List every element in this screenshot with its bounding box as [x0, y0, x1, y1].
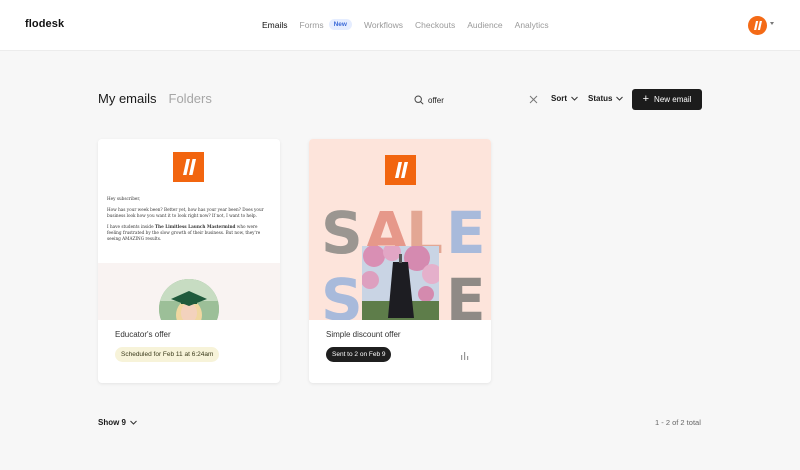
chevron-down-icon [571, 96, 578, 101]
sort-label: Sort [551, 94, 567, 103]
search-icon [414, 95, 424, 105]
tab-my-emails[interactable]: My emails [98, 91, 157, 106]
nav-forms[interactable]: Forms New [300, 19, 352, 30]
nav-forms-label: Forms [299, 19, 324, 30]
top-navbar: flodesk Emails Forms New Workflows Check… [0, 0, 800, 51]
new-badge: New [328, 19, 352, 30]
flodesk-mark-icon [394, 162, 408, 178]
email-preview-thumbnail: S A L E S E [309, 139, 491, 320]
pagination-total: 1 - 2 of 2 total [655, 418, 701, 427]
chevron-down-icon [130, 420, 137, 425]
chevron-down-icon [616, 96, 624, 101]
page-size-dropdown[interactable]: Show 9 [98, 418, 137, 427]
sort-dropdown[interactable]: Sort [551, 94, 578, 103]
flodesk-logo-image [385, 155, 416, 185]
email-tabs: My emails Folders [98, 91, 212, 106]
status-badge: Sent to 2 on Feb 9 [326, 347, 392, 362]
plus-icon: + [642, 93, 650, 105]
nav-checkouts[interactable]: Checkouts [415, 20, 455, 30]
email-title: Simple discount offer [326, 330, 401, 339]
email-preview-thumbnail: Hey subscriber, How has your week been? … [98, 139, 280, 320]
preview-paragraph-1: How has your week been? Better yet, how … [107, 207, 264, 218]
new-email-button[interactable]: + New email [632, 89, 702, 110]
email-card[interactable]: S A L E S E Simple discount offer Sent t… [309, 139, 491, 383]
nav-analytics[interactable]: Analytics [515, 20, 549, 30]
account-caret-icon[interactable] [770, 22, 774, 25]
preview-paragraph-2: I have students inside The Limitless Lau… [107, 224, 261, 241]
account-avatar[interactable] [748, 16, 767, 35]
sale-letter-s: S [321, 199, 363, 267]
page-size-label: Show 9 [98, 418, 127, 427]
nav-audience[interactable]: Audience [467, 20, 502, 30]
flodesk-logo[interactable]: flodesk [25, 18, 64, 30]
flodesk-mark-icon [182, 159, 196, 175]
email-title: Educator's offer [115, 330, 171, 339]
search-input[interactable] [428, 95, 523, 105]
status-badge: Scheduled for Feb 11 at 6:24am [115, 347, 220, 362]
email-body-preview: Hey subscriber, How has your week been? … [107, 196, 272, 247]
sale-letter-s2: S [321, 266, 363, 320]
email-card[interactable]: Hey subscriber, How has your week been? … [98, 139, 280, 383]
search-box[interactable] [414, 93, 540, 107]
nav-workflows[interactable]: Workflows [364, 20, 403, 30]
flodesk-logo-image [173, 152, 204, 182]
new-email-label: New email [654, 95, 692, 104]
sale-letter-e2: E [446, 266, 486, 320]
sale-letter-e: E [446, 199, 486, 267]
analytics-bar-chart-icon[interactable] [460, 351, 469, 360]
preview-greeting: Hey subscriber, [107, 196, 141, 201]
clear-search-icon[interactable] [529, 95, 538, 104]
nav-emails[interactable]: Emails [262, 20, 288, 30]
tab-folders[interactable]: Folders [169, 91, 212, 106]
status-dropdown[interactable]: Status [588, 94, 624, 103]
cherry-blossom-photo [362, 246, 439, 320]
status-label: Status [588, 94, 613, 103]
main-nav: Emails Forms New Workflows Checkouts Aud… [262, 19, 561, 30]
flodesk-mark-icon [754, 21, 762, 30]
